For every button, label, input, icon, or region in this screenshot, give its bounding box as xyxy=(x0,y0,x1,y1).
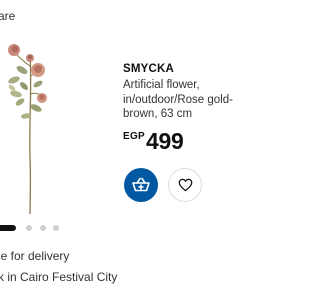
description-line: brown, 63 cm xyxy=(123,108,193,120)
carousel-indicators xyxy=(0,223,80,233)
product-image[interactable] xyxy=(0,36,70,216)
carousel-dot-active[interactable] xyxy=(0,225,16,231)
description-line: Artificial flower, xyxy=(123,79,200,91)
favourite-button[interactable] xyxy=(168,168,202,202)
carousel-dot[interactable] xyxy=(53,225,59,231)
heart-icon xyxy=(178,178,192,192)
store-availability[interactable]: k in Cairo Festival City xyxy=(0,270,117,284)
product-description: Artificial flower, in/outdoor/Rose gold-… xyxy=(123,78,249,122)
carousel-dot[interactable] xyxy=(40,225,46,231)
description-line: in/outdoor/Rose gold- xyxy=(123,93,233,106)
price-amount: 499 xyxy=(146,128,184,154)
product-price: EGP 499 xyxy=(123,128,184,155)
product-name[interactable]: SMYCKA xyxy=(123,63,174,75)
add-to-cart-button[interactable] xyxy=(124,168,158,202)
carousel-dot[interactable] xyxy=(26,225,32,231)
top-text: are xyxy=(0,9,16,23)
cart-add-icon xyxy=(132,177,150,192)
price-currency: EGP xyxy=(123,131,146,142)
delivery-availability: le for delivery xyxy=(0,249,70,263)
